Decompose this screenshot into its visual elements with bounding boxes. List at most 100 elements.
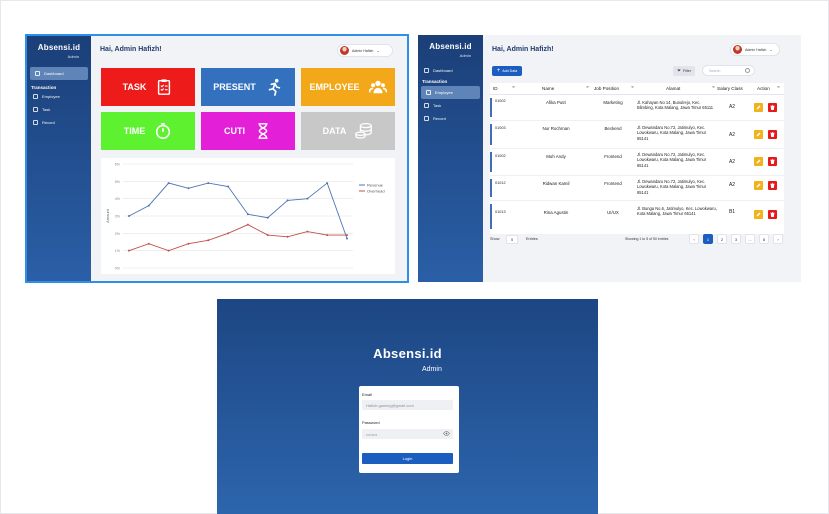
y-axis-label: Amount bbox=[105, 208, 110, 223]
search-input[interactable]: Search bbox=[702, 65, 755, 76]
page-number: ... bbox=[748, 236, 752, 242]
page-3-button[interactable]: 3 bbox=[731, 234, 741, 244]
running-person-icon bbox=[268, 78, 280, 96]
series-line-overhead bbox=[128, 224, 347, 252]
delete-button[interactable] bbox=[768, 181, 777, 190]
col-alamat[interactable]: Alamat bbox=[666, 86, 680, 91]
tile-label: CUTI bbox=[224, 126, 245, 136]
sidebar-item-employee[interactable]: Employee bbox=[27, 90, 91, 103]
cell-name: Afika Putri bbox=[545, 100, 566, 105]
sidebar-item-record[interactable]: Record bbox=[418, 112, 483, 125]
data-point bbox=[346, 234, 348, 237]
sidebar-item-employee[interactable]: Employee bbox=[421, 86, 480, 99]
user-icon bbox=[426, 90, 431, 95]
edit-icon bbox=[756, 183, 761, 188]
col-salary-class[interactable]: Salary Class bbox=[717, 86, 743, 91]
table-row[interactable]: 01012 Ridwan Kamil Frontend Jl. Dewandar… bbox=[490, 176, 784, 201]
record-icon bbox=[424, 116, 429, 121]
data-point bbox=[266, 216, 269, 219]
tile-employee[interactable]: EMPLOYEE bbox=[301, 68, 395, 106]
page-number: 1 bbox=[706, 236, 710, 242]
table-row[interactable]: 01013 Rina Agustin UI/UX Jl. Bunga No.6,… bbox=[490, 201, 784, 232]
edit-button[interactable] bbox=[754, 130, 763, 139]
tile-present[interactable]: PRESENT bbox=[201, 68, 295, 106]
line-chart: 0% 1% 2% 3% 4% 5% 6% Amount RevenueOverhead bbox=[105, 163, 385, 271]
sidebar-item-task[interactable]: Task bbox=[27, 103, 91, 116]
col-name[interactable]: Name bbox=[542, 86, 554, 91]
cell-name: Muh Andy bbox=[546, 154, 566, 159]
employee-screen: Absensi.id Admin Dashboard Transaction E… bbox=[418, 35, 801, 282]
edit-button[interactable] bbox=[754, 103, 763, 112]
y-tick-label: 0% bbox=[115, 267, 121, 271]
edit-button[interactable] bbox=[754, 210, 763, 219]
data-point bbox=[326, 234, 329, 237]
show-label: Show bbox=[490, 237, 500, 241]
trash-icon bbox=[770, 212, 775, 217]
tile-data[interactable]: DATA bbox=[301, 112, 395, 150]
delete-button[interactable] bbox=[768, 157, 777, 166]
eye-icon[interactable] bbox=[443, 431, 450, 436]
filter-icon: ⏷ bbox=[676, 68, 681, 74]
password-value: •••••••• bbox=[366, 431, 378, 437]
email-field[interactable]: Hafizh.gaming@gmail.com bbox=[362, 400, 453, 410]
col-action: Action bbox=[757, 86, 770, 91]
edit-icon bbox=[756, 132, 761, 137]
delete-button[interactable] bbox=[768, 103, 777, 112]
email-value: Hafizh.gaming@gmail.com bbox=[366, 402, 414, 408]
sidebar-item-dashboard[interactable]: Dashboard bbox=[418, 64, 483, 77]
search-placeholder: Search bbox=[709, 68, 721, 73]
table-row[interactable]: 01002 Muh Andy Frontend Jl. Dewandaru No… bbox=[490, 149, 784, 176]
page-1-button[interactable]: 1 bbox=[703, 234, 713, 244]
edit-button[interactable] bbox=[754, 181, 763, 190]
brand-subtitle: Admin bbox=[67, 54, 79, 59]
col-id[interactable]: ID bbox=[493, 86, 498, 91]
delete-button[interactable] bbox=[768, 210, 777, 219]
cell-id: 01012 bbox=[495, 181, 506, 185]
tile-cuti[interactable]: CUTI bbox=[201, 112, 295, 150]
col-job-position[interactable]: Job Position bbox=[594, 86, 619, 91]
brand-subtitle: Admin bbox=[459, 53, 471, 58]
tile-time[interactable]: TIME bbox=[101, 112, 195, 150]
login-button[interactable]: Login bbox=[362, 453, 453, 464]
page-size-value: 5 bbox=[510, 237, 514, 242]
password-field[interactable]: •••••••• bbox=[362, 429, 453, 439]
data-point bbox=[187, 242, 190, 245]
tile-label: DATA bbox=[322, 126, 347, 136]
employee-main: Hai, Admin Hafizh! Admin Hafizh ⌄ + Add … bbox=[483, 35, 801, 282]
chart-panel: 0% 1% 2% 3% 4% 5% 6% Amount Revenue Overhead bbox=[101, 158, 395, 274]
user-menu[interactable]: Admin Hafizh ⌄ bbox=[730, 43, 780, 56]
sidebar-item-dashboard[interactable]: Dashboard bbox=[30, 67, 88, 80]
avatar bbox=[340, 46, 349, 55]
data-point bbox=[286, 199, 289, 202]
filter-button[interactable]: ⏷ Filter bbox=[673, 66, 695, 76]
user-menu[interactable]: Admin Hafizh ⌄ bbox=[337, 44, 393, 57]
chevron-down-icon: ⌄ bbox=[769, 47, 773, 52]
tile-task[interactable]: TASK bbox=[101, 68, 195, 106]
email-label: Email bbox=[362, 392, 373, 397]
table-row[interactable]: 01003 Nur Rochman Beckend Jl. Dewandaru … bbox=[490, 121, 784, 149]
record-icon bbox=[33, 120, 38, 125]
page-8-button[interactable]: 8 bbox=[759, 234, 769, 244]
sidebar-item-label: Dashboard bbox=[44, 71, 64, 76]
login-button-label: Login bbox=[402, 456, 413, 461]
series-line-revenue bbox=[128, 182, 348, 239]
data-point bbox=[147, 204, 150, 207]
page-size-select[interactable]: 5 bbox=[506, 235, 518, 244]
table-footer: Show 5 Entries Showing 1 to 5 of 50 entr… bbox=[490, 234, 784, 246]
page-number: 8 bbox=[762, 236, 766, 242]
sidebar-item-task[interactable]: Task bbox=[418, 99, 483, 112]
page-2-button[interactable]: 2 bbox=[717, 234, 727, 244]
delete-button[interactable] bbox=[768, 130, 777, 139]
next-page-button[interactable]: › bbox=[773, 234, 783, 244]
sidebar-item-record[interactable]: Record bbox=[27, 116, 91, 129]
edit-button[interactable] bbox=[754, 157, 763, 166]
stopwatch-icon bbox=[156, 122, 171, 140]
data-point bbox=[306, 197, 309, 200]
prev-page-button[interactable]: ‹ bbox=[689, 234, 699, 244]
add-data-button[interactable]: + Add Data bbox=[492, 66, 522, 76]
trash-icon bbox=[770, 132, 775, 137]
row-indicator bbox=[490, 124, 492, 145]
table-row[interactable]: 01002 Afika Putri Marketing Jl. Kahayan … bbox=[490, 95, 784, 121]
showing-text: Showing 1 to 5 of 50 entries bbox=[625, 237, 669, 241]
sidebar: Absensi.id Admin Dashboard Transaction E… bbox=[27, 36, 91, 281]
